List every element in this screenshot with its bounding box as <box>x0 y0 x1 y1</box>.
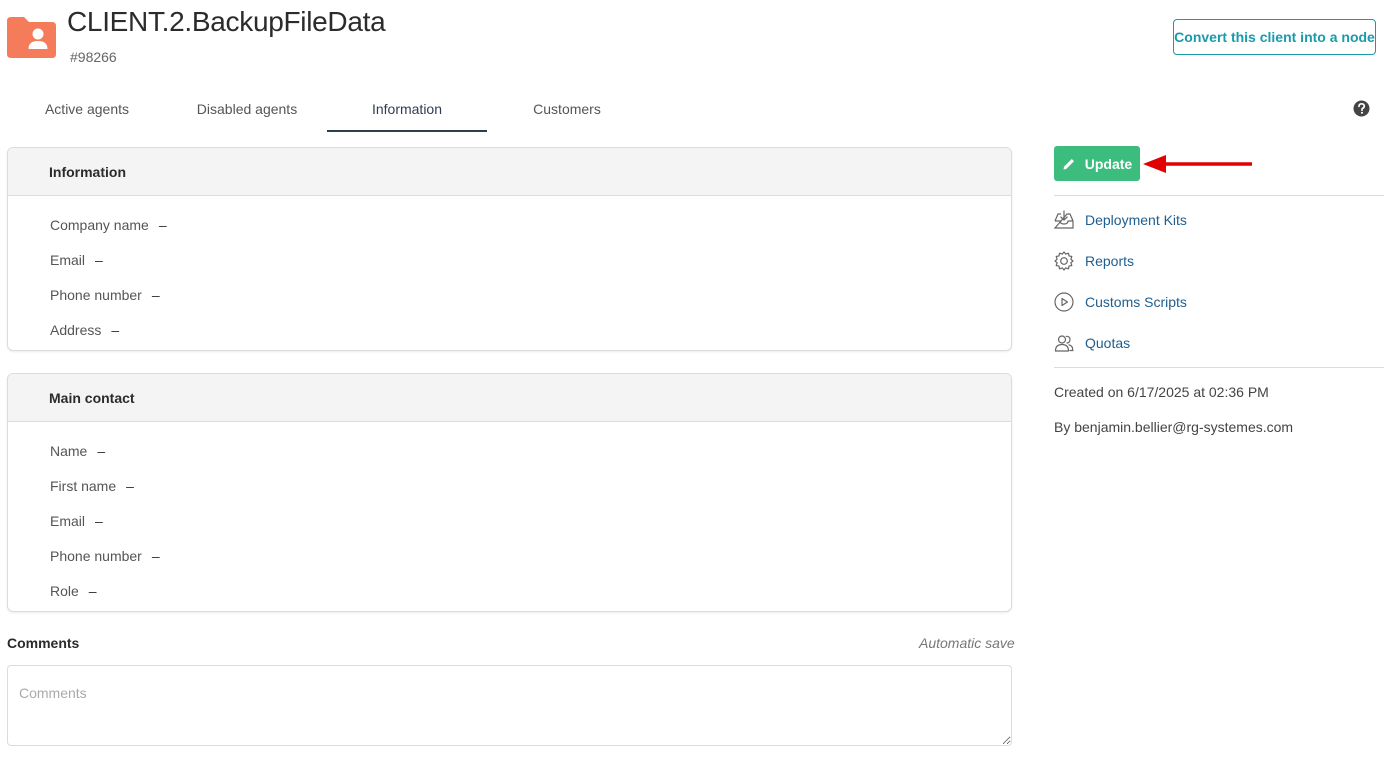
link-deployment-kits[interactable]: Deployment Kits <box>1054 210 1187 230</box>
link-reports[interactable]: Reports <box>1054 251 1134 271</box>
field-email: Email – <box>50 251 103 268</box>
autosave-note: Automatic save <box>919 635 1015 651</box>
pencil-icon <box>1063 158 1074 169</box>
update-button[interactable]: Update <box>1054 146 1140 181</box>
main-contact-card: Main contact Name – First name – Email – Ph… <box>7 373 1012 612</box>
users-icon <box>1054 335 1074 352</box>
tab-disabled-agents[interactable]: Disabled agents <box>167 85 327 132</box>
tab-customers[interactable]: Customers <box>487 85 647 132</box>
comments-textarea[interactable] <box>7 665 1012 746</box>
field-contact-phone-number: Phone number – <box>50 547 160 564</box>
tab-information[interactable]: Information <box>327 85 487 132</box>
field-address: Address – <box>50 321 120 338</box>
help-icon[interactable] <box>1353 100 1370 117</box>
inbox-download-icon <box>1054 210 1074 229</box>
created-by: By benjamin.bellier@rg-systemes.com <box>1054 419 1294 435</box>
comments-label: Comments <box>7 635 80 651</box>
field-contact-role: Role – <box>50 582 97 599</box>
field-company-name: Company name – <box>50 216 167 233</box>
client-folder-icon <box>7 17 56 58</box>
client-id: #98266 <box>70 49 117 65</box>
page-title: CLIENT.2.BackupFileData <box>67 6 386 37</box>
created-on: Created on 6/17/2025 at 02:36 PM <box>1054 384 1269 400</box>
information-card: Information Company name – Email – Phone n… <box>7 147 1012 351</box>
sidebar-divider-bottom <box>1054 367 1384 368</box>
field-contact-name: Name – <box>50 442 106 459</box>
field-contact-email: Email – <box>50 512 103 529</box>
annotation-arrow <box>1143 155 1252 173</box>
convert-to-node-button[interactable]: Convert this client into a node <box>1173 19 1376 55</box>
field-contact-first-name: First name – <box>50 477 134 494</box>
link-customs-scripts[interactable]: Customs Scripts <box>1054 292 1187 312</box>
gear-icon <box>1054 251 1074 271</box>
main-contact-card-title: Main contact <box>8 374 1011 422</box>
information-card-title: Information <box>8 148 1011 196</box>
field-phone-number: Phone number – <box>50 286 160 303</box>
sidebar-divider-top <box>1054 195 1384 196</box>
update-button-label: Update <box>1084 155 1133 172</box>
tab-bar: Active agents Disabled agents Informatio… <box>7 85 647 132</box>
play-circle-icon <box>1054 292 1074 312</box>
link-quotas[interactable]: Quotas <box>1054 333 1130 353</box>
tab-active-agents[interactable]: Active agents <box>7 85 167 132</box>
